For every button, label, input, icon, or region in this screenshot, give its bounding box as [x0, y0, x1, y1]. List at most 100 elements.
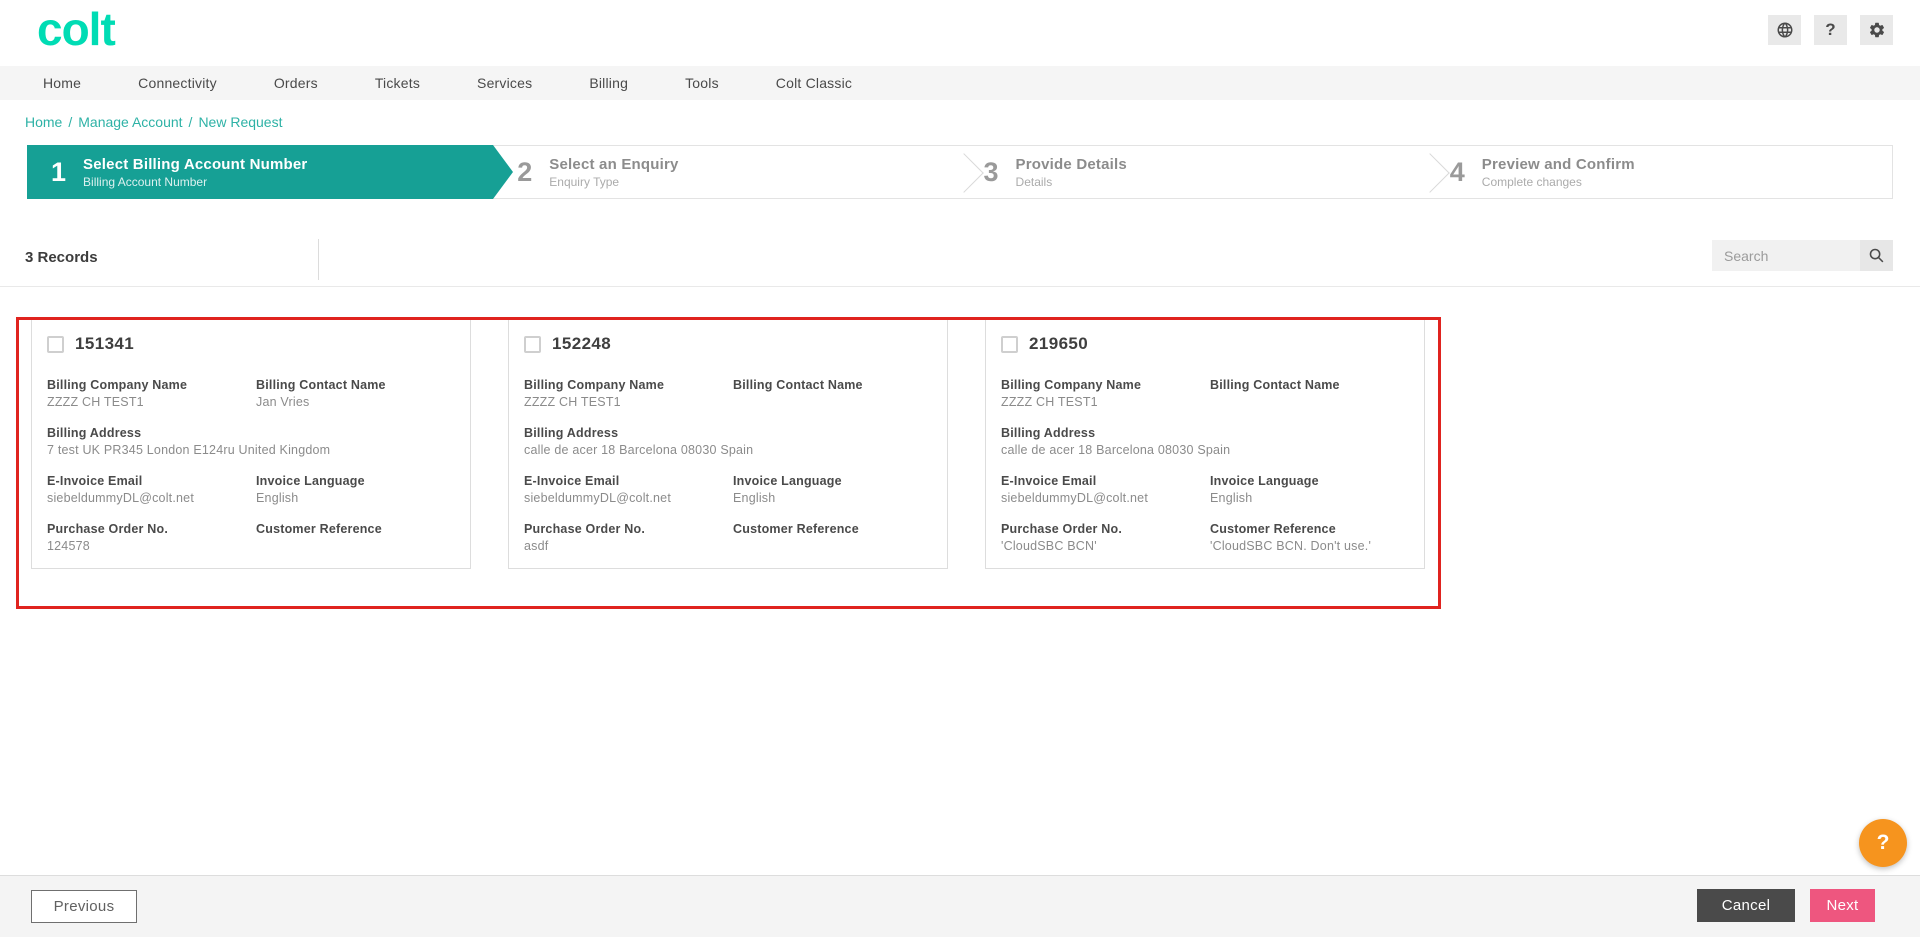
colt-logo: colt: [37, 6, 115, 52]
field-label: Customer Reference: [733, 522, 931, 536]
account-number: 151341: [75, 334, 134, 354]
card-header: 152248: [524, 334, 931, 354]
breadcrumb-home[interactable]: Home: [25, 114, 62, 130]
wizard-step-3-provide-details[interactable]: 3 Provide Details Details: [960, 145, 1426, 199]
step-subtitle: Details: [1016, 175, 1127, 189]
account-checkbox[interactable]: [47, 336, 64, 353]
top-header: colt ?: [0, 0, 1920, 66]
account-checkbox[interactable]: [524, 336, 541, 353]
step-title: Select an Enquiry: [549, 156, 678, 173]
next-button[interactable]: Next: [1810, 889, 1875, 922]
breadcrumb-separator: /: [68, 114, 72, 130]
records-toolbar: 3 Records: [0, 232, 1920, 287]
account-number: 219650: [1029, 334, 1088, 354]
breadcrumb: Home / Manage Account / New Request: [0, 100, 1920, 130]
step-subtitle: Complete changes: [1482, 175, 1635, 189]
field-label: Customer Reference: [1210, 522, 1408, 536]
field-value: calle de acer 18 Barcelona 08030 Spain: [524, 443, 931, 457]
field-value: ZZZZ CH TEST1: [524, 395, 733, 409]
breadcrumb-new-request[interactable]: New Request: [198, 114, 282, 130]
step-title: Provide Details: [1016, 156, 1127, 173]
step-wizard: 1 Select Billing Account Number Billing …: [27, 145, 1893, 199]
field-value: siebeldummyDL@colt.net: [524, 491, 733, 505]
field-value: siebeldummyDL@colt.net: [47, 491, 256, 505]
field-value: siebeldummyDL@colt.net: [1001, 491, 1210, 505]
previous-button[interactable]: Previous: [31, 890, 137, 923]
field-label: Billing Address: [1001, 426, 1408, 440]
field-value: ZZZZ CH TEST1: [47, 395, 256, 409]
search-input[interactable]: [1712, 240, 1860, 271]
cancel-button[interactable]: Cancel: [1697, 889, 1795, 922]
globe-icon: [1776, 21, 1794, 39]
billing-account-card-219650[interactable]: 219650 Billing Company Name ZZZZ CH TEST1…: [985, 319, 1425, 569]
help-icon-button[interactable]: ?: [1814, 15, 1847, 45]
field-label: E-Invoice Email: [524, 474, 733, 488]
field-value: English: [733, 491, 931, 505]
field-value: English: [256, 491, 454, 505]
field-label: Billing Contact Name: [1210, 378, 1408, 392]
step-title: Preview and Confirm: [1482, 156, 1635, 173]
wizard-step-4-preview-confirm[interactable]: 4 Preview and Confirm Complete changes: [1426, 145, 1893, 199]
field-label: Billing Company Name: [47, 378, 256, 392]
card-fields: Billing Company Name ZZZZ CH TEST1 Billin…: [47, 378, 454, 570]
field-value: 'CloudSBC BCN': [1001, 539, 1210, 553]
nav-item-connectivity[interactable]: Connectivity: [138, 75, 217, 91]
step-subtitle: Enquiry Type: [549, 175, 678, 189]
field-label: Invoice Language: [733, 474, 931, 488]
card-header: 219650: [1001, 334, 1408, 354]
step-subtitle: Billing Account Number: [83, 175, 307, 189]
main-nav: Home Connectivity Orders Tickets Service…: [0, 66, 1920, 100]
field-label: Billing Company Name: [524, 378, 733, 392]
field-value: 'CloudSBC BCN. Don't use.': [1210, 539, 1408, 553]
nav-item-colt-classic[interactable]: Colt Classic: [776, 75, 852, 91]
step-number: 3: [984, 159, 999, 186]
nav-item-services[interactable]: Services: [477, 75, 532, 91]
field-label: Billing Contact Name: [733, 378, 931, 392]
question-icon: ?: [1825, 20, 1835, 40]
toolbar-divider: [318, 239, 319, 280]
main-content: Home / Manage Account / New Request 1 Select…: [0, 100, 1920, 875]
field-label: Billing Address: [524, 426, 931, 440]
step-number: 1: [51, 159, 66, 186]
nav-item-tickets[interactable]: Tickets: [375, 75, 420, 91]
field-value: asdf: [524, 539, 733, 553]
gear-icon-button[interactable]: [1860, 15, 1893, 45]
step-number: 2: [517, 159, 532, 186]
nav-item-tools[interactable]: Tools: [685, 75, 719, 91]
field-value: Jan Vries: [256, 395, 454, 409]
nav-item-billing[interactable]: Billing: [589, 75, 628, 91]
field-label: E-Invoice Email: [47, 474, 256, 488]
field-label: Invoice Language: [1210, 474, 1408, 488]
globe-icon[interactable]: [1768, 15, 1801, 45]
billing-account-card-152248[interactable]: 152248 Billing Company Name ZZZZ CH TEST1…: [508, 319, 948, 569]
gear-icon: [1868, 21, 1886, 39]
breadcrumb-manage-account[interactable]: Manage Account: [78, 114, 182, 130]
breadcrumb-separator: /: [189, 114, 193, 130]
field-label: Billing Company Name: [1001, 378, 1210, 392]
billing-account-card-151341[interactable]: 151341 Billing Company Name ZZZZ CH TEST1…: [31, 319, 471, 569]
search-box: [1712, 240, 1893, 271]
field-value: calle de acer 18 Barcelona 08030 Spain: [1001, 443, 1408, 457]
card-fields: Billing Company Name ZZZZ CH TEST1 Billin…: [1001, 378, 1408, 570]
nav-item-home[interactable]: Home: [43, 75, 81, 91]
help-fab-button[interactable]: ?: [1859, 819, 1907, 867]
wizard-step-2-select-enquiry[interactable]: 2 Select an Enquiry Enquiry Type: [493, 145, 959, 199]
search-icon: [1868, 247, 1885, 264]
step-number: 4: [1450, 159, 1465, 186]
card-fields: Billing Company Name ZZZZ CH TEST1 Billin…: [524, 378, 931, 570]
nav-item-orders[interactable]: Orders: [274, 75, 318, 91]
records-count: 3 Records: [25, 249, 98, 266]
account-checkbox[interactable]: [1001, 336, 1018, 353]
field-value: 7 test UK PR345 London E124ru United Kin…: [47, 443, 454, 457]
field-label: Purchase Order No.: [1001, 522, 1210, 536]
field-label: Billing Contact Name: [256, 378, 454, 392]
field-value: 124578: [47, 539, 256, 553]
step-title: Select Billing Account Number: [83, 156, 307, 173]
field-value: ZZZZ CH TEST1: [1001, 395, 1210, 409]
field-label: Purchase Order No.: [47, 522, 256, 536]
account-number: 152248: [552, 334, 611, 354]
wizard-step-1-select-billing-account[interactable]: 1 Select Billing Account Number Billing …: [27, 145, 493, 199]
card-header: 151341: [47, 334, 454, 354]
search-button[interactable]: [1860, 240, 1893, 271]
field-value: English: [1210, 491, 1408, 505]
